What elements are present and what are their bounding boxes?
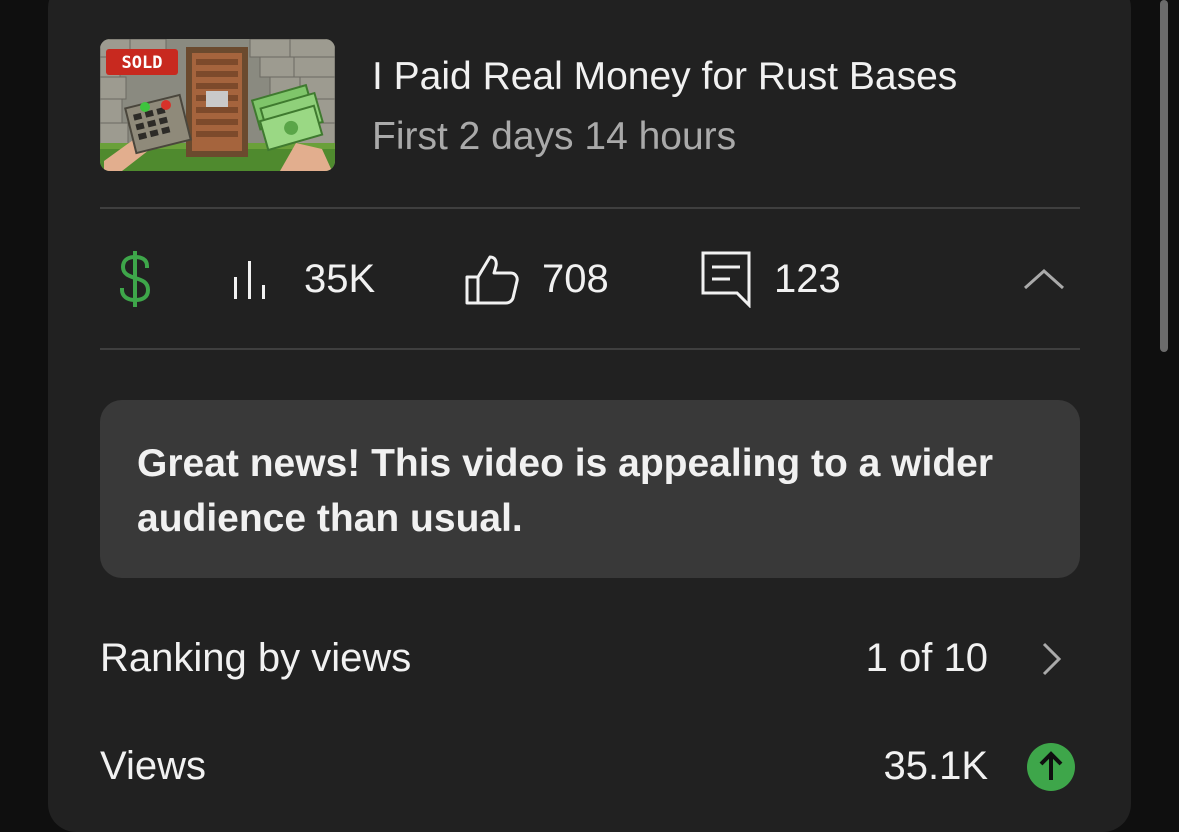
views-value: 35.1K [883, 744, 988, 788]
divider [100, 348, 1080, 350]
insight-banner: Great news! This video is appealing to a… [100, 400, 1080, 578]
thumbs-up-icon [465, 255, 519, 305]
video-thumbnail[interactable]: SOLD [100, 39, 335, 171]
ranking-row[interactable]: Ranking by views 1 of 10 [100, 618, 1080, 698]
ranking-value: 1 of 10 [865, 636, 988, 680]
views-row[interactable]: Views 35.1K [100, 726, 1080, 806]
monetization-stat[interactable] [116, 210, 154, 348]
comment-icon [701, 251, 751, 308]
dollar-icon [119, 251, 151, 307]
chevron-right-icon [1042, 642, 1062, 676]
bar-chart-icon [234, 261, 265, 299]
video-title[interactable]: I Paid Real Money for Rust Bases [372, 55, 957, 99]
video-header[interactable]: SOLD I Paid Real Money for Rust Bases Fi… [100, 39, 1080, 171]
views-count: 35K [304, 256, 376, 301]
sold-badge: SOLD [122, 53, 163, 73]
ranking-label: Ranking by views [100, 636, 412, 680]
scrollbar[interactable] [1160, 0, 1168, 352]
comments-stat[interactable]: 123 [700, 210, 841, 348]
thumbnail-image: SOLD [100, 39, 335, 171]
insight-message: Great news! This video is appealing to a… [137, 442, 994, 540]
arrow-up-icon [1027, 743, 1075, 791]
collapse-button[interactable] [1022, 210, 1066, 348]
likes-stat[interactable]: 708 [464, 210, 609, 348]
views-label: Views [100, 744, 206, 788]
chevron-up-icon [1023, 268, 1065, 290]
stats-row: 35K 708 123 [100, 210, 1080, 348]
views-stat[interactable]: 35K [232, 210, 375, 348]
time-period: First 2 days 14 hours [372, 115, 737, 158]
divider [100, 207, 1080, 209]
comments-count: 123 [774, 256, 841, 301]
likes-count: 708 [542, 256, 609, 301]
